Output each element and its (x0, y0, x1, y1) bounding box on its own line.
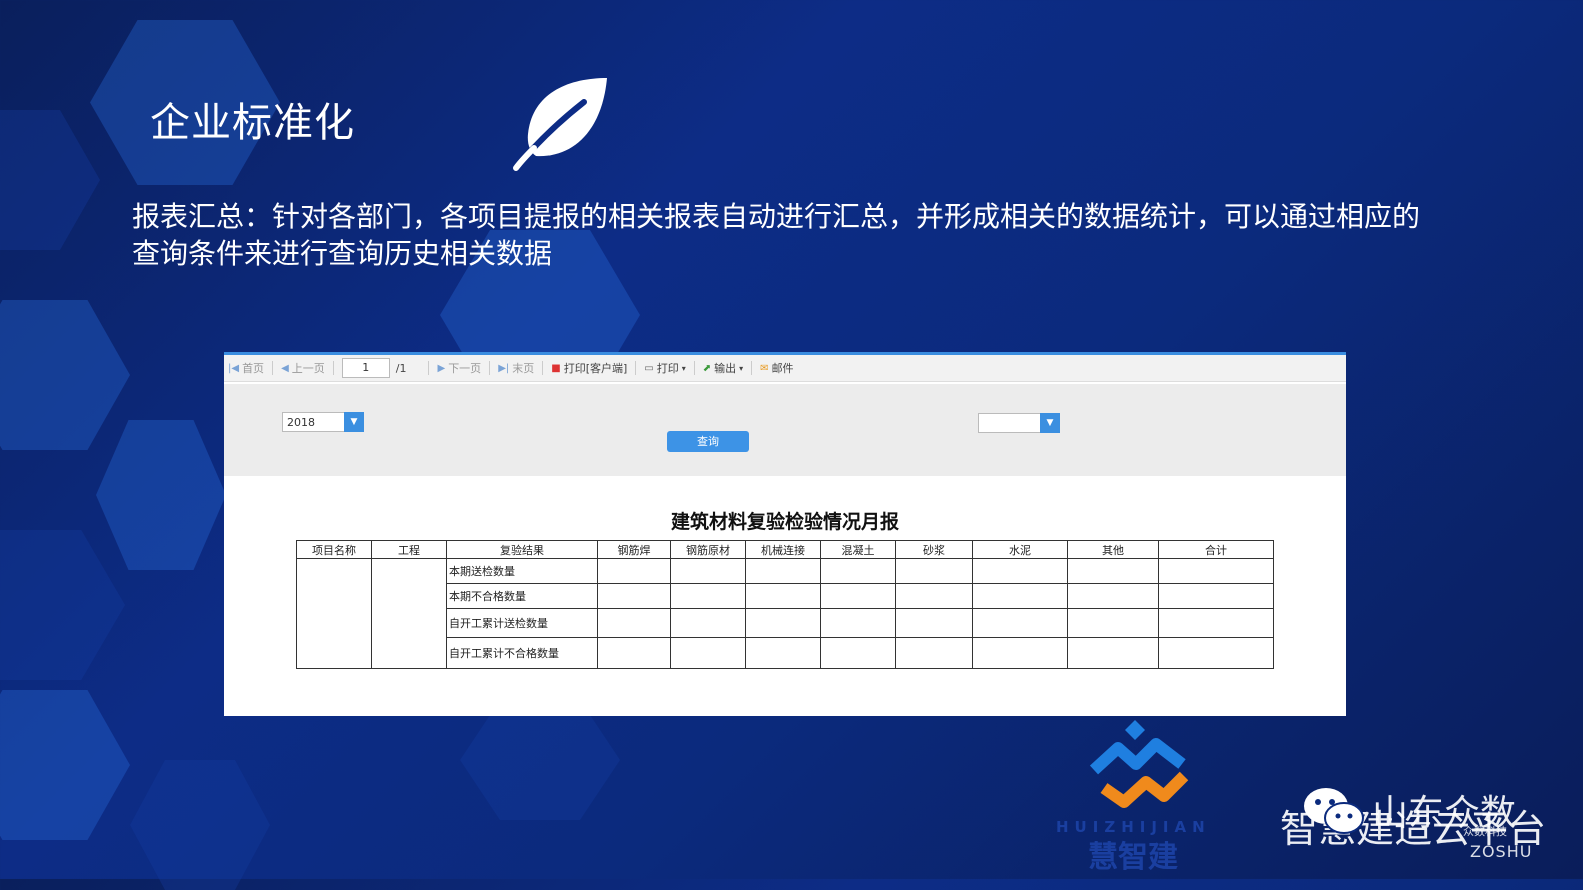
toolbar-separator (332, 361, 334, 375)
watermark-zoshu: ZOSHU (1470, 842, 1533, 861)
bg-hexagon (460, 700, 620, 820)
column-header: 混凝土 (820, 540, 896, 559)
toolbar-separator (635, 361, 637, 375)
column-header: 钢筋焊 (597, 540, 671, 559)
column-header: 砂浆 (895, 540, 973, 559)
chevron-down-icon: ▾ (739, 363, 744, 373)
first-page-icon: |◀ (228, 362, 240, 374)
export-icon: ⬈ (702, 362, 712, 374)
column-header: 项目名称 (296, 540, 372, 559)
column-header: 合计 (1158, 540, 1274, 559)
next-page-button[interactable]: ▶ 下一页 (437, 360, 481, 376)
project-cell (371, 558, 447, 669)
column-header: 钢筋原材 (670, 540, 746, 559)
toolbar-separator (489, 361, 491, 375)
pdf-icon: ■ (551, 362, 561, 374)
row-label: 自开工累计不合格数量 (446, 637, 598, 669)
print-button[interactable]: ▭ 打印 ▾ (644, 360, 685, 376)
table-header-row: 项目名称 工程 复验结果 钢筋焊 钢筋原材 机械连接 混凝土 砂浆 水泥 其他 … (296, 540, 1274, 559)
leaf-icon (513, 78, 607, 171)
bg-hexagon (0, 690, 130, 840)
huizhijian-logo-icon (1090, 720, 1189, 808)
query-button[interactable]: 查询 (667, 431, 749, 452)
report-title: 建筑材料复验检验情况月报 (670, 511, 899, 533)
report-window: |◀ 首页 ◀ 上一页 1 /1 ▶ 下一页 ▶| 末页 ■ 打印[客户端] ▭ 打印 ▾ ⬈… (224, 352, 1346, 716)
page-total: /1 (395, 361, 407, 375)
printer-icon: ▭ (644, 362, 654, 374)
table-row: 本期送检数量 (296, 558, 1274, 669)
slide-title: 企业标准化 (150, 100, 355, 146)
bg-hexagon (96, 420, 226, 570)
row-label: 自开工累计送检数量 (446, 608, 598, 638)
project-name-cell (296, 558, 372, 669)
page-number-input[interactable]: 1 (341, 358, 390, 378)
mail-icon: ✉ (760, 362, 769, 374)
chevron-down-icon: ▼ (1040, 413, 1060, 433)
chevron-down-icon: ▼ (344, 412, 364, 432)
print-client-button[interactable]: ■ 打印[客户端] (551, 360, 627, 376)
chevron-down-icon: ▾ (681, 363, 686, 373)
year-select[interactable]: 2018 ▼ (282, 412, 364, 432)
report-table: 项目名称 工程 复验结果 钢筋焊 钢筋原材 机械连接 混凝土 砂浆 水泥 其他 … (296, 540, 1274, 669)
bg-hexagon (0, 530, 125, 680)
export-button[interactable]: ⬈ 输出 ▾ (703, 360, 743, 376)
column-header: 复验结果 (446, 540, 598, 559)
column-header: 其他 (1067, 540, 1159, 559)
prev-page-button[interactable]: ◀ 上一页 (281, 360, 325, 376)
toolbar-separator (751, 361, 753, 375)
last-page-button[interactable]: ▶| 末页 (498, 360, 534, 376)
column-header: 机械连接 (745, 540, 821, 559)
slide-description: 报表汇总：针对各部门，各项目提报的相关报表自动进行汇总，并形成相关的数据统计，可… (132, 200, 1421, 270)
toolbar-separator (272, 361, 274, 375)
prev-page-icon: ◀ (281, 362, 289, 374)
column-header: 工程 (371, 540, 447, 559)
row-label: 本期不合格数量 (446, 583, 598, 609)
wechat-icon (1304, 788, 1364, 834)
next-page-icon: ▶ (437, 362, 446, 374)
mail-button[interactable]: ✉ 邮件 (760, 360, 793, 376)
bg-hexagon (0, 300, 130, 450)
bg-hexagon (0, 110, 100, 250)
month-select[interactable]: ▼ (978, 413, 1060, 433)
watermark-small: 众数科技 (1463, 825, 1507, 838)
report-toolbar: |◀ 首页 ◀ 上一页 1 /1 ▶ 下一页 ▶| 末页 ■ 打印[客户端] ▭ 打印 ▾ ⬈… (224, 355, 1346, 382)
first-page-button[interactable]: |◀ 首页 (228, 360, 264, 376)
toolbar-separator (693, 361, 695, 375)
toolbar-separator (428, 361, 430, 375)
brand-chinese: 慧智建 (1088, 840, 1178, 875)
row-label: 本期送检数量 (446, 558, 598, 584)
last-page-icon: ▶| (498, 362, 510, 374)
column-header: 水泥 (972, 540, 1068, 559)
filter-bar: 2018 ▼ 查询 ▼ (224, 384, 1346, 476)
toolbar-separator (542, 361, 544, 375)
bg-hexagon (130, 760, 270, 890)
